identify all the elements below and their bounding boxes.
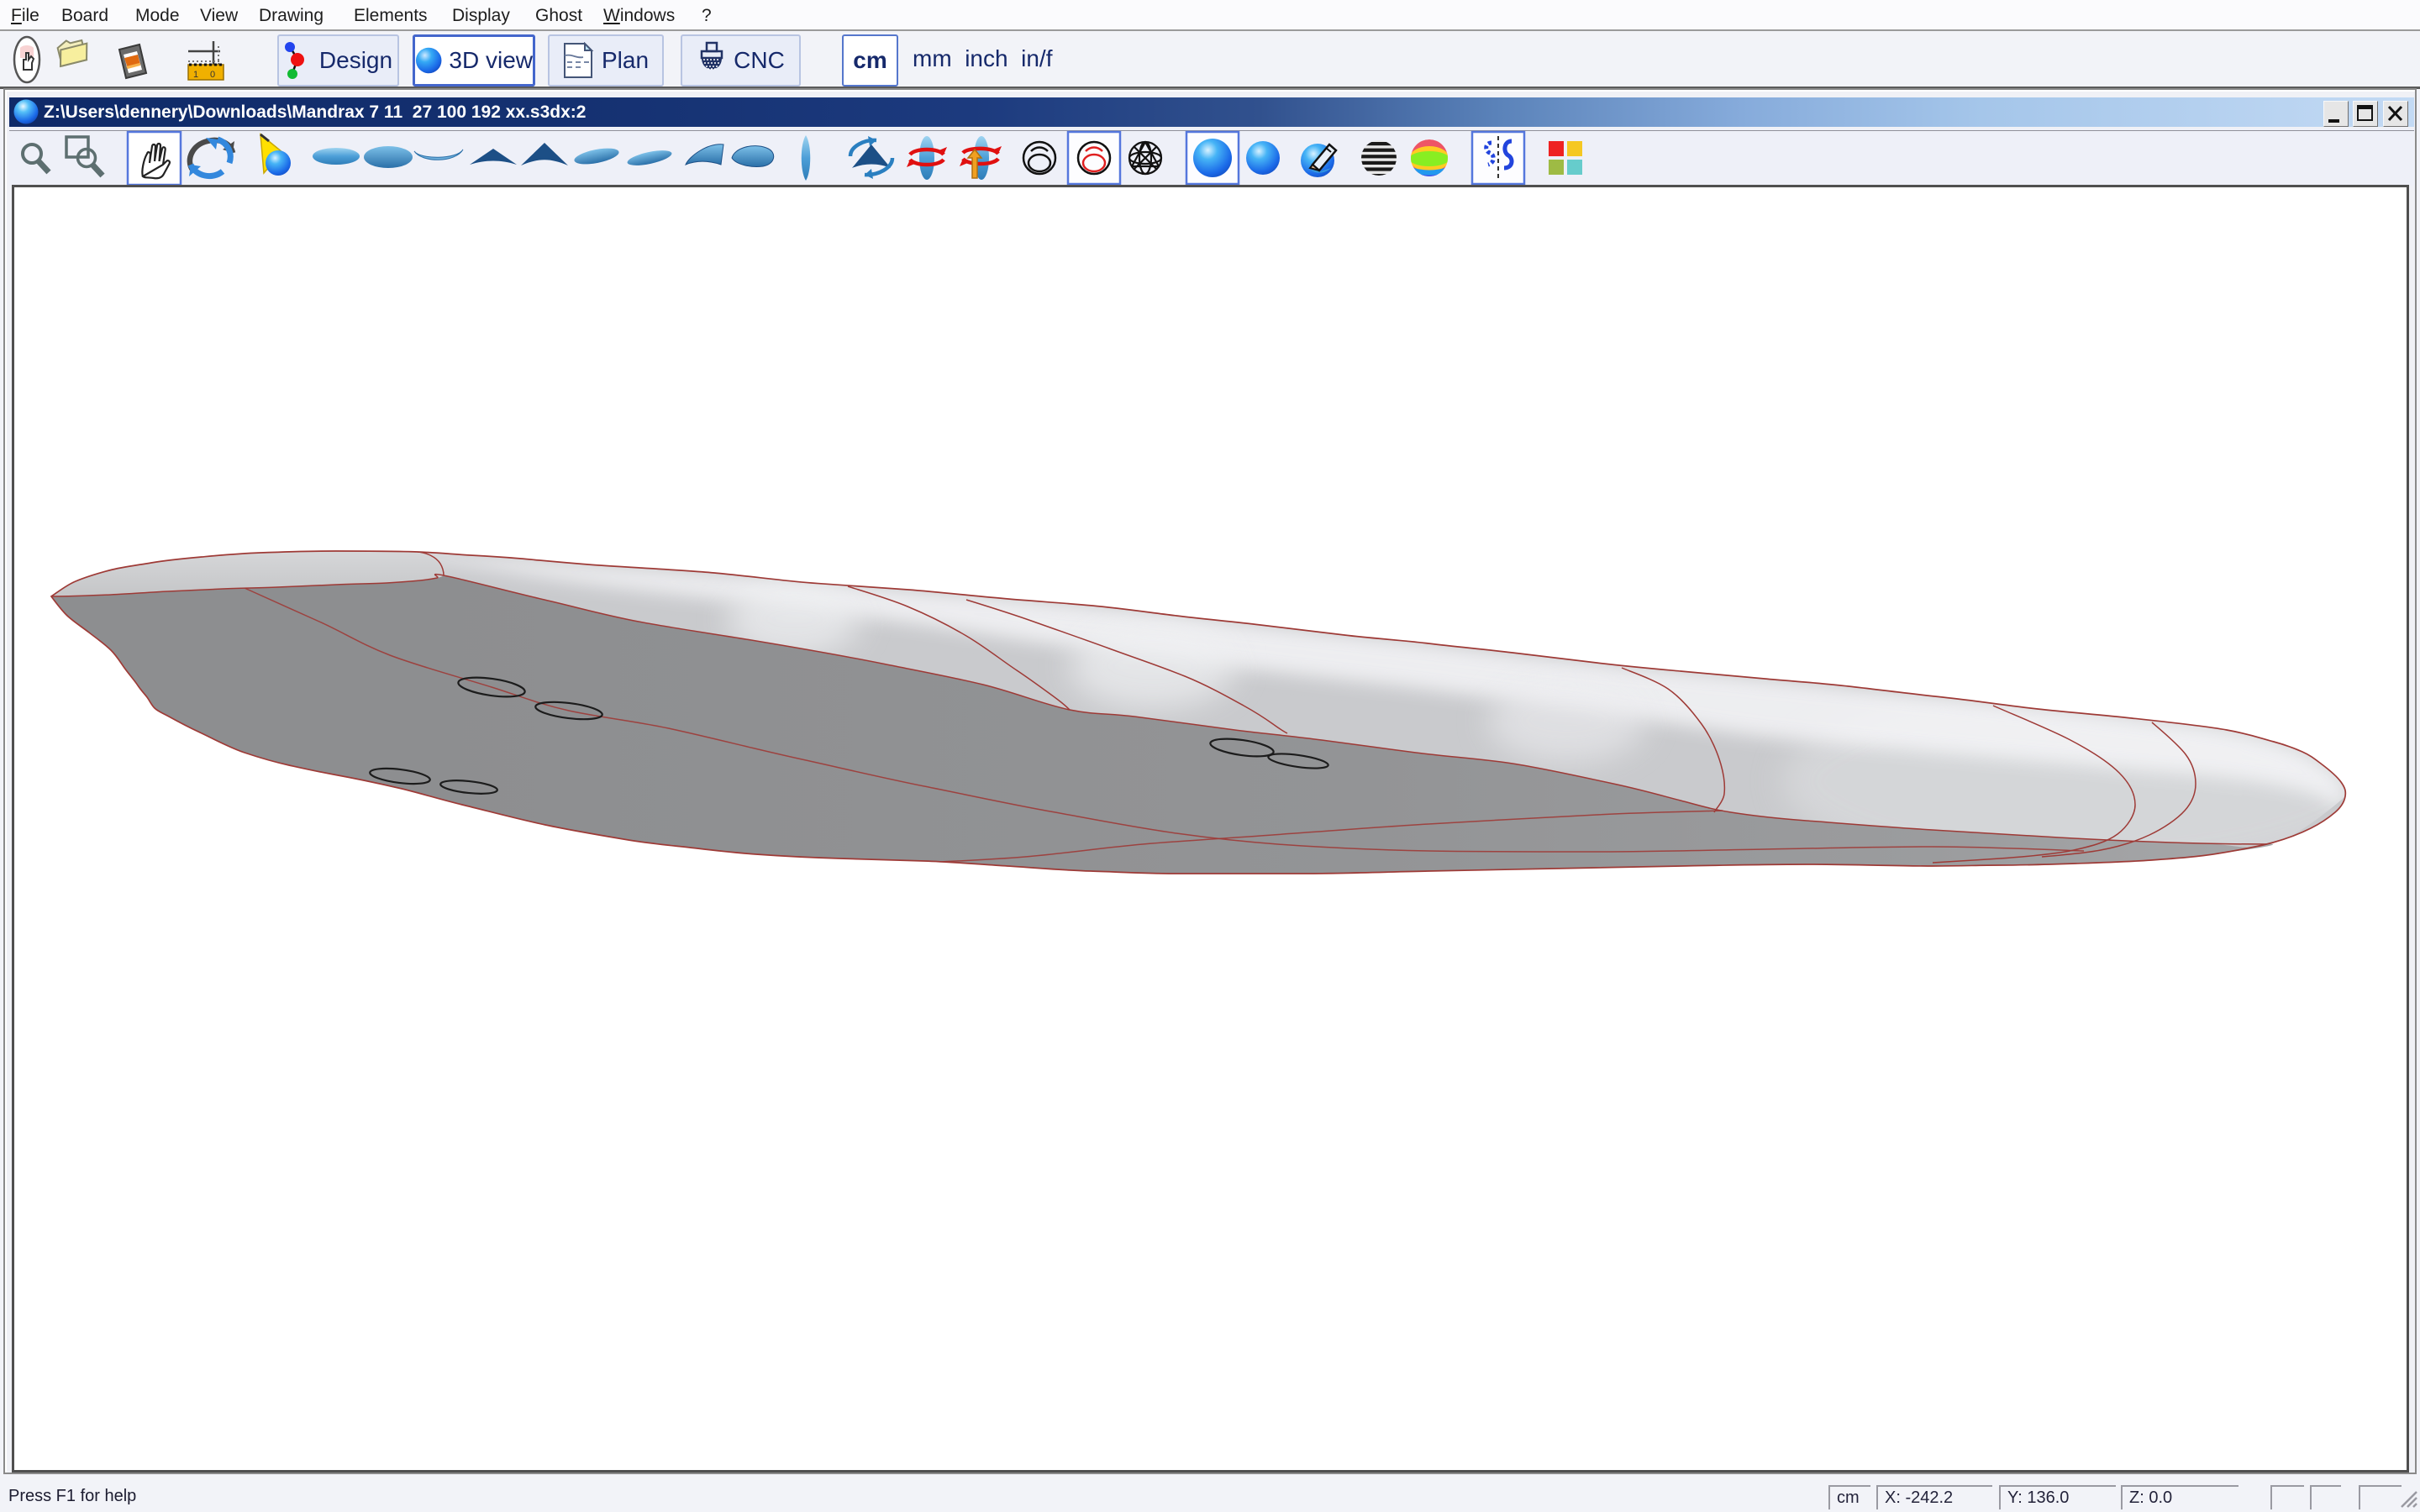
svg-text:0: 0	[210, 70, 215, 80]
svg-text:1: 1	[193, 70, 198, 80]
